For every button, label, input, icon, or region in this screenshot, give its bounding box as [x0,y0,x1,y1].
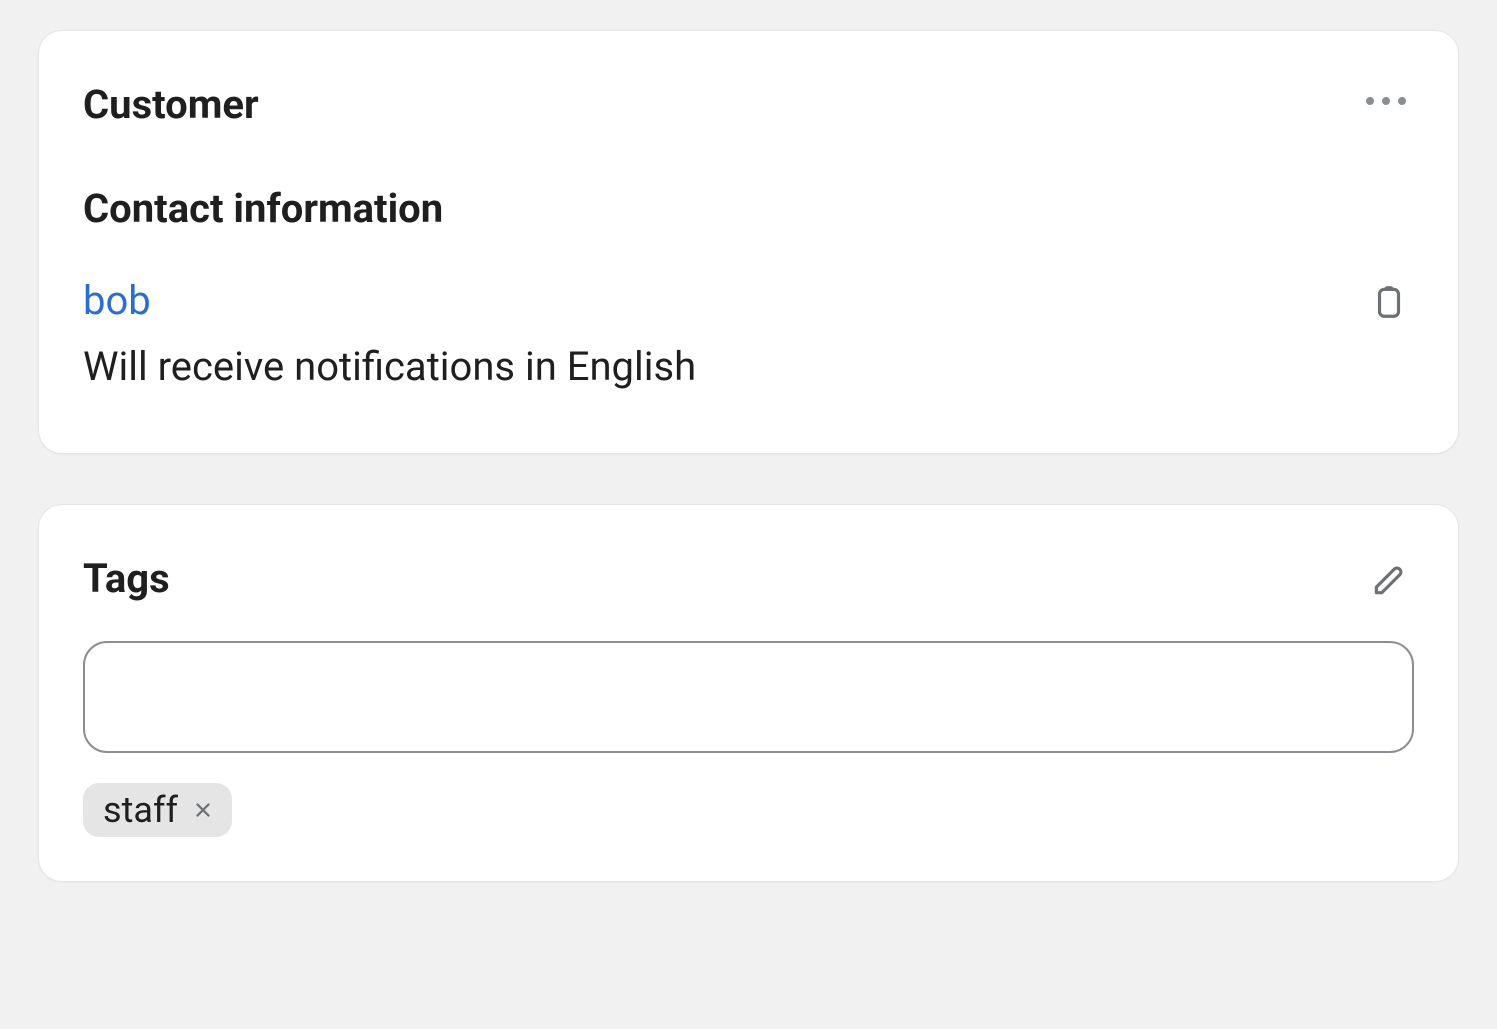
tags-card: Tags staff [38,504,1459,882]
contact-row: bob [83,277,1414,327]
pencil-icon [1370,561,1408,599]
close-icon [192,799,214,821]
tag-label: staff [103,789,178,831]
tags-input[interactable] [83,641,1414,753]
edit-tags-button[interactable] [1364,555,1414,605]
customer-card-title: Customer [83,81,259,129]
clipboard-icon [1370,283,1408,321]
tags-card-title: Tags [83,555,170,603]
notification-language-text: Will receive notifications in English [83,341,1414,393]
customer-email-link[interactable]: bob [83,277,151,325]
customer-card: Customer Contact information bob Will re… [38,30,1459,454]
contact-information-heading: Contact information [83,185,1414,233]
copy-email-button[interactable] [1364,277,1414,327]
tags-card-header: Tags [83,555,1414,605]
tags-list: staff [83,783,1414,837]
remove-tag-button[interactable] [188,795,218,825]
customer-card-header: Customer [83,81,1414,129]
horizontal-dots-icon [1364,87,1408,115]
more-actions-button[interactable] [1358,81,1414,121]
tag-pill: staff [83,783,232,837]
